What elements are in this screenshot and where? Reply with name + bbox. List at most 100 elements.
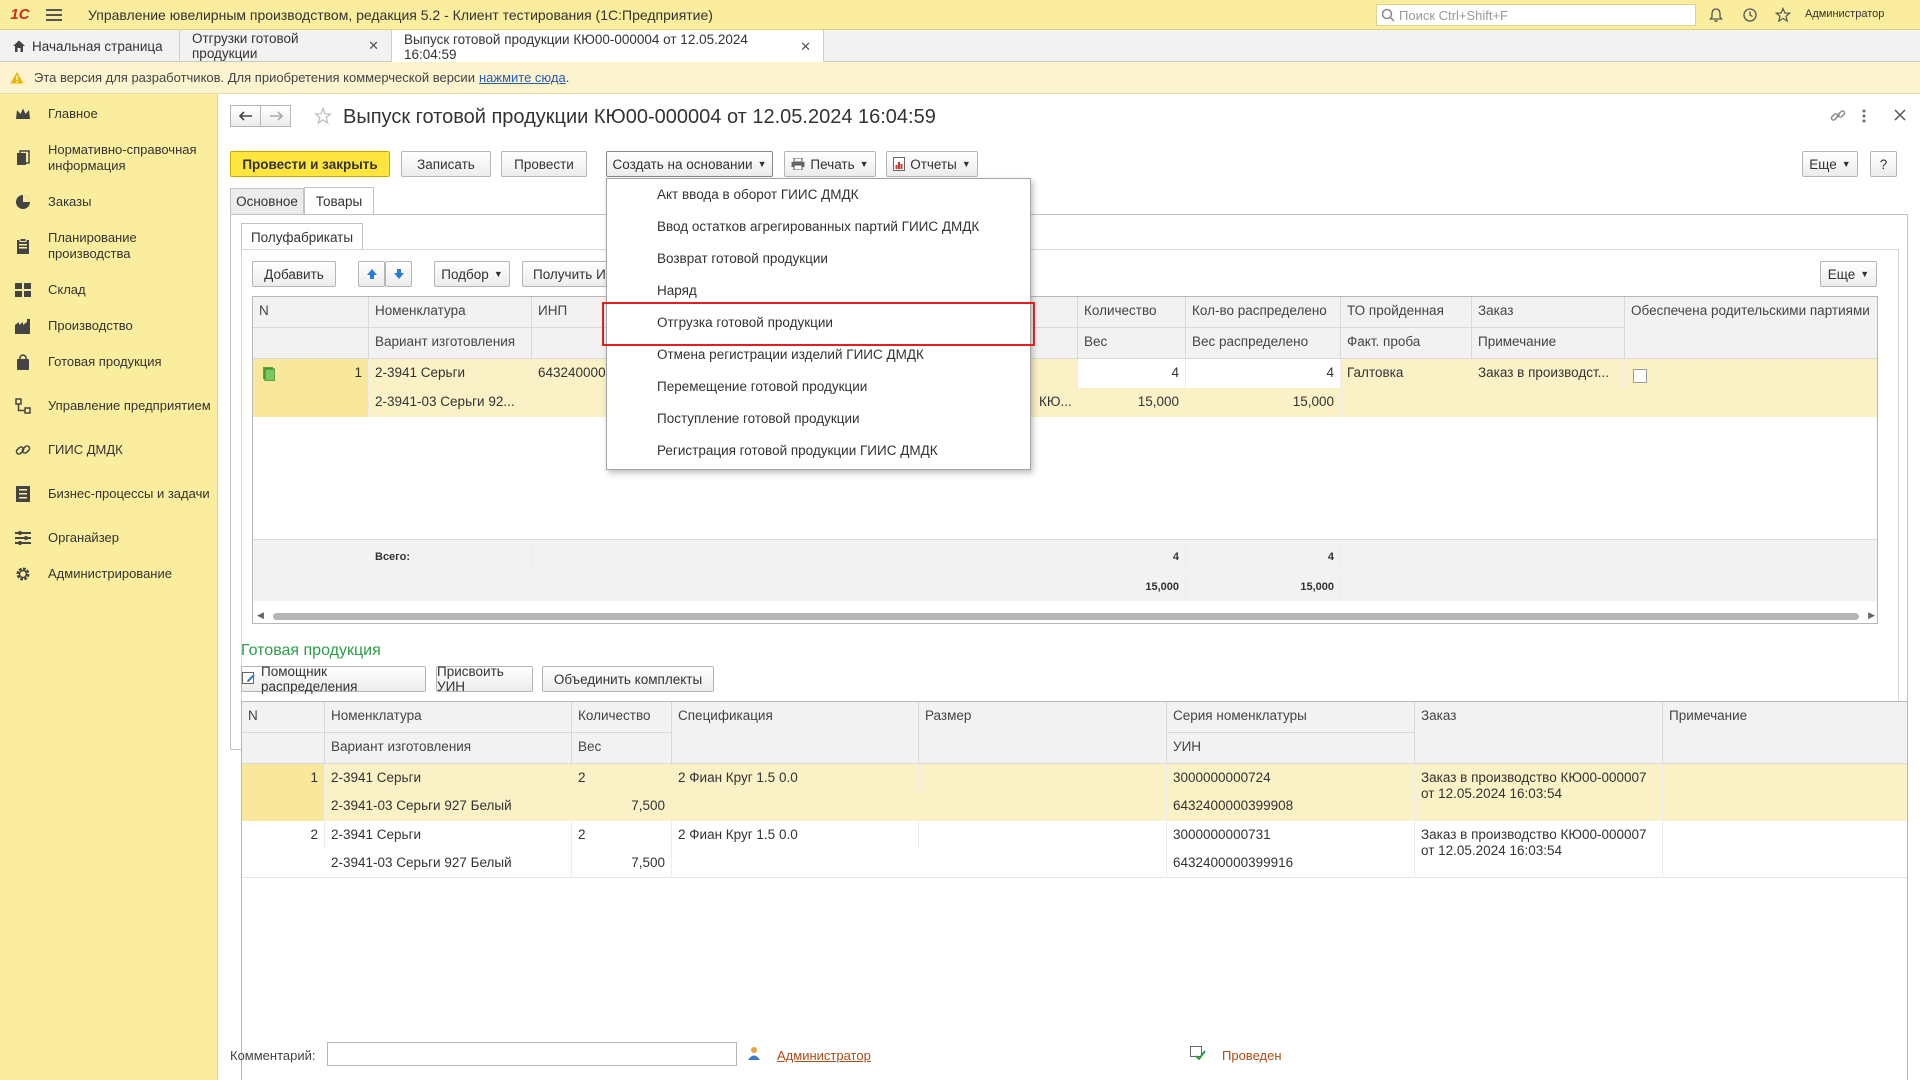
star-icon[interactable] xyxy=(1773,5,1793,25)
move-up-button[interactable] xyxy=(358,261,385,287)
merge-kits-button[interactable]: Объединить комплекты xyxy=(542,666,714,692)
tab-main[interactable]: Основное xyxy=(230,188,304,214)
column-header-note[interactable]: Примечание xyxy=(1663,702,1907,764)
sidebar-item-production[interactable]: Производство xyxy=(0,316,218,336)
menu-item-registration-giis[interactable]: Регистрация готовой продукции ГИИС ДМДК xyxy=(657,437,1017,463)
column-header-series[interactable]: Серия номенклатуры xyxy=(1167,702,1415,733)
sidebar-item-warehouse[interactable]: Склад xyxy=(0,280,218,300)
sidebar-item-planning[interactable]: Планирование производства xyxy=(0,228,218,264)
column-header-note[interactable]: Примечание xyxy=(1472,328,1625,359)
post-and-close-button[interactable]: Провести и закрыть xyxy=(230,151,390,177)
sidebar-item-organizer[interactable]: Органайзер xyxy=(0,528,218,548)
close-icon[interactable]: ✕ xyxy=(368,38,379,54)
cell-series[interactable]: 3000000000731 xyxy=(1167,821,1415,849)
menu-item-aggregated-balances[interactable]: Ввод остатков агрегированных партий ГИИС… xyxy=(657,213,1017,239)
column-header-quantity[interactable]: Количество xyxy=(1078,297,1186,328)
column-header-provided[interactable]: Обеспечена родительскими партиями xyxy=(1625,297,1877,359)
create-based-on-button[interactable]: Создать на основании ▼ xyxy=(606,151,773,177)
more-button[interactable]: Еще ▼ xyxy=(1802,151,1858,177)
cell-weight[interactable]: 7,500 xyxy=(572,792,672,821)
menu-item-work-order[interactable]: Наряд xyxy=(657,277,1017,303)
provided-checkbox[interactable] xyxy=(1633,369,1647,383)
sidebar-item-reference[interactable]: Нормативно-справочная информация xyxy=(0,140,218,176)
distribution-assistant-button[interactable]: Помощник распределения xyxy=(241,664,426,694)
assign-uin-button[interactable]: Присвоить УИН xyxy=(436,664,533,694)
column-header-fact-assay[interactable]: Факт. проба xyxy=(1341,328,1472,359)
forward-button[interactable] xyxy=(260,105,291,127)
column-header-n[interactable]: N xyxy=(242,702,325,733)
column-header-quantity[interactable]: Количество xyxy=(572,702,672,733)
table-row[interactable]: 1 2-3941 Серьги 2-3941-03 Серьги 927 Бел… xyxy=(242,764,1907,821)
cell-variant[interactable]: 2-3941-03 Серьги 927 Белый xyxy=(325,792,572,821)
column-header-to-passed[interactable]: ТО пройденная xyxy=(1341,297,1472,328)
cell-uin[interactable]: 6432400000399916 xyxy=(1167,849,1415,878)
column-header-uin[interactable]: УИН xyxy=(1167,733,1415,764)
sidebar-item-enterprise[interactable]: Управление предприятием xyxy=(0,388,218,424)
cell-qty-distributed[interactable]: 4 xyxy=(1186,359,1341,388)
cell-quantity[interactable]: 2 xyxy=(572,821,672,849)
sidebar-item-orders[interactable]: Заказы xyxy=(0,192,218,212)
tab-goods[interactable]: Товары xyxy=(304,187,374,214)
cell-order[interactable]: Заказ в производство КЮ00-000007 от 12.0… xyxy=(1415,821,1663,878)
cell-nomenclature[interactable]: 2-3941 Серьги xyxy=(325,764,572,792)
more-vertical-icon[interactable] xyxy=(1861,108,1867,124)
column-header-nomenclature[interactable]: Номенклатура xyxy=(325,702,572,733)
table-row[interactable]: 2 2-3941 Серьги 2-3941-03 Серьги 927 Бел… xyxy=(242,821,1907,878)
history-icon[interactable] xyxy=(1740,5,1760,25)
link-icon[interactable] xyxy=(1830,108,1846,124)
table-row[interactable]: 1 2-3941 Серьги 2-3941-03 Серьги 92... 6… xyxy=(253,359,1877,417)
column-header-variant[interactable]: Вариант изготовления xyxy=(369,328,532,359)
menu-item-receipt[interactable]: Поступление готовой продукции xyxy=(657,405,1017,431)
cell-to-passed[interactable]: Галтовка xyxy=(1341,359,1472,388)
back-button[interactable] xyxy=(230,105,261,127)
save-button[interactable]: Записать xyxy=(401,151,491,177)
sidebar-item-business-processes[interactable]: Бизнес-процессы и задачи xyxy=(0,476,218,512)
cell-variant[interactable]: 2-3941-03 Серьги 92... xyxy=(369,388,532,417)
close-form-icon[interactable] xyxy=(1893,108,1907,122)
move-down-button[interactable] xyxy=(385,261,412,287)
cell-size[interactable] xyxy=(919,764,1167,821)
tab-home[interactable]: Начальная страница xyxy=(0,30,180,62)
cell-specification[interactable]: 2 Фиан Круг 1.5 0.0 xyxy=(672,821,919,849)
tab-semi-finished[interactable]: Полуфабрикаты xyxy=(241,223,363,250)
cell-quantity[interactable]: 4 xyxy=(1078,359,1186,388)
cell-series[interactable]: 3000000000724 xyxy=(1167,764,1415,792)
print-button[interactable]: Печать ▼ xyxy=(784,151,876,177)
cell-size[interactable] xyxy=(919,821,1167,878)
add-button[interactable]: Добавить xyxy=(252,261,336,287)
column-header-specification[interactable]: Спецификация xyxy=(672,702,919,764)
user-name[interactable]: Администратор xyxy=(1805,8,1884,20)
tab-release-document[interactable]: Выпуск готовой продукции КЮ00-000004 от … xyxy=(392,30,824,63)
favorite-star-icon[interactable] xyxy=(314,107,332,125)
column-header-size[interactable]: Размер xyxy=(919,702,1167,764)
cell-variant[interactable]: 2-3941-03 Серьги 927 Белый xyxy=(325,849,572,878)
cell-specification[interactable]: 2 Фиан Круг 1.5 0.0 xyxy=(672,764,919,792)
column-header-qty-distributed[interactable]: Кол-во распределено xyxy=(1186,297,1341,328)
cell-uin[interactable]: 6432400000399908 xyxy=(1167,792,1415,821)
cell-note[interactable] xyxy=(1663,764,1907,821)
cell-quantity[interactable]: 2 xyxy=(572,764,672,792)
menu-item-transfer[interactable]: Перемещение готовой продукции xyxy=(657,373,1017,399)
author-link[interactable]: Администратор xyxy=(777,1048,871,1063)
close-icon[interactable]: ✕ xyxy=(800,39,811,55)
reports-button[interactable]: Отчеты ▼ xyxy=(886,151,978,177)
cell-weight[interactable]: 7,500 xyxy=(572,849,672,878)
cell-provided[interactable] xyxy=(1625,359,1877,417)
buy-link[interactable]: нажмите сюда xyxy=(479,70,566,85)
column-header-order[interactable]: Заказ xyxy=(1415,702,1663,764)
horizontal-scrollbar[interactable]: ◀ ▶ xyxy=(253,609,1877,623)
column-header-nomenclature[interactable]: Номенклатура xyxy=(369,297,532,328)
cell-weight-distributed[interactable]: 15,000 xyxy=(1186,388,1341,417)
tab-shipments[interactable]: Отгрузки готовой продукции ✕ xyxy=(180,30,392,62)
cell-order[interactable]: Заказ в производство КЮ00-000007 от 12.0… xyxy=(1415,764,1663,821)
column-header-order[interactable]: Заказ xyxy=(1472,297,1625,328)
comment-field[interactable] xyxy=(327,1042,737,1066)
cell-partial[interactable]: КЮ... xyxy=(1033,388,1078,417)
post-button[interactable]: Провести xyxy=(501,151,587,177)
column-header-weight-distributed[interactable]: Вес распределено xyxy=(1186,328,1341,359)
menu-item-act-giis[interactable]: Акт ввода в оборот ГИИС ДМДК xyxy=(657,181,1017,207)
cell-weight[interactable]: 15,000 xyxy=(1078,388,1186,417)
menu-icon[interactable] xyxy=(40,0,68,30)
pick-button[interactable]: Подбор ▼ xyxy=(434,261,510,287)
scroll-left-icon[interactable]: ◀ xyxy=(257,610,264,621)
